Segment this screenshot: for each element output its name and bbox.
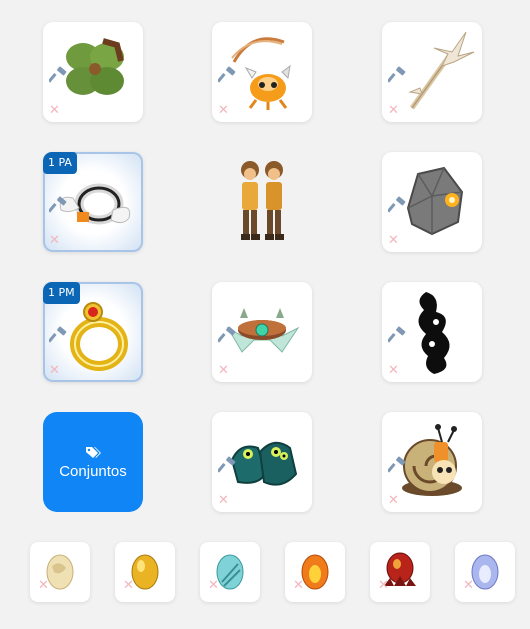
remove-icon[interactable]: ✕ bbox=[218, 104, 229, 117]
hammer-icon[interactable] bbox=[218, 456, 236, 474]
tags-icon bbox=[86, 447, 101, 458]
remove-icon[interactable]: ✕ bbox=[378, 579, 389, 592]
badge: 1 PA bbox=[43, 152, 77, 174]
character-duo-icon bbox=[241, 161, 284, 240]
dofus-slot-6[interactable]: ✕ bbox=[455, 542, 515, 602]
dofus-slot-3[interactable]: ✕ bbox=[200, 542, 260, 602]
hammer-icon[interactable] bbox=[388, 456, 406, 474]
remove-icon[interactable]: ✕ bbox=[49, 234, 60, 247]
remove-icon[interactable]: ✕ bbox=[38, 579, 49, 592]
dofus-slot-4[interactable]: ✕ bbox=[285, 542, 345, 602]
sets-label: Conjuntos bbox=[59, 463, 127, 480]
amulet-slot[interactable]: ✕ bbox=[212, 22, 312, 122]
hammer-icon[interactable] bbox=[388, 326, 406, 344]
hammer-icon[interactable] bbox=[218, 326, 236, 344]
hammer-icon[interactable] bbox=[388, 196, 406, 214]
badge: 1 PM bbox=[43, 282, 80, 304]
remove-icon[interactable]: ✕ bbox=[49, 364, 60, 377]
crystal-dofus-icon bbox=[471, 554, 499, 590]
cream-dofus-icon bbox=[46, 554, 74, 590]
dofus-slot-2[interactable]: ✕ bbox=[115, 542, 175, 602]
sets-button[interactable]: Conjuntos bbox=[43, 412, 143, 512]
weapon-slot[interactable]: ✕ bbox=[382, 22, 482, 122]
crimson-dofus-icon bbox=[384, 552, 416, 586]
dofus-slot-5[interactable]: ✕ bbox=[370, 542, 430, 602]
remove-icon[interactable]: ✕ bbox=[293, 579, 304, 592]
remove-icon[interactable]: ✕ bbox=[218, 364, 229, 377]
remove-icon[interactable]: ✕ bbox=[218, 494, 229, 507]
remove-icon[interactable]: ✕ bbox=[388, 494, 399, 507]
fire-dofus-icon bbox=[301, 554, 329, 590]
remove-icon[interactable]: ✕ bbox=[49, 104, 60, 117]
remove-icon[interactable]: ✕ bbox=[388, 234, 399, 247]
dofus-slot-1[interactable]: ✕ bbox=[30, 542, 90, 602]
amber-dofus-icon bbox=[131, 554, 159, 590]
hammer-icon[interactable] bbox=[218, 66, 236, 84]
remove-icon[interactable]: ✕ bbox=[388, 104, 399, 117]
belt-slot[interactable]: ✕ bbox=[212, 282, 312, 382]
hammer-icon[interactable] bbox=[49, 326, 67, 344]
trophy-slot[interactable]: ✕ bbox=[43, 22, 143, 122]
remove-icon[interactable]: ✕ bbox=[388, 364, 399, 377]
hammer-icon[interactable] bbox=[388, 66, 406, 84]
remove-icon[interactable]: ✕ bbox=[463, 579, 474, 592]
turquoise-dofus-icon bbox=[216, 554, 244, 590]
pet-slot[interactable]: ✕ bbox=[382, 412, 482, 512]
character-preview bbox=[212, 152, 312, 252]
remove-icon[interactable]: ✕ bbox=[208, 579, 219, 592]
hat-slot[interactable]: ✕ bbox=[382, 152, 482, 252]
hammer-icon[interactable] bbox=[49, 196, 67, 214]
hammer-icon[interactable] bbox=[49, 66, 67, 84]
boots-slot[interactable]: ✕ bbox=[212, 412, 312, 512]
ring-right-slot[interactable]: 1 PM ✕ bbox=[43, 282, 143, 382]
cape-slot[interactable]: ✕ bbox=[382, 282, 482, 382]
remove-icon[interactable]: ✕ bbox=[123, 579, 134, 592]
ring-left-slot[interactable]: 1 PA ✕ bbox=[43, 152, 143, 252]
